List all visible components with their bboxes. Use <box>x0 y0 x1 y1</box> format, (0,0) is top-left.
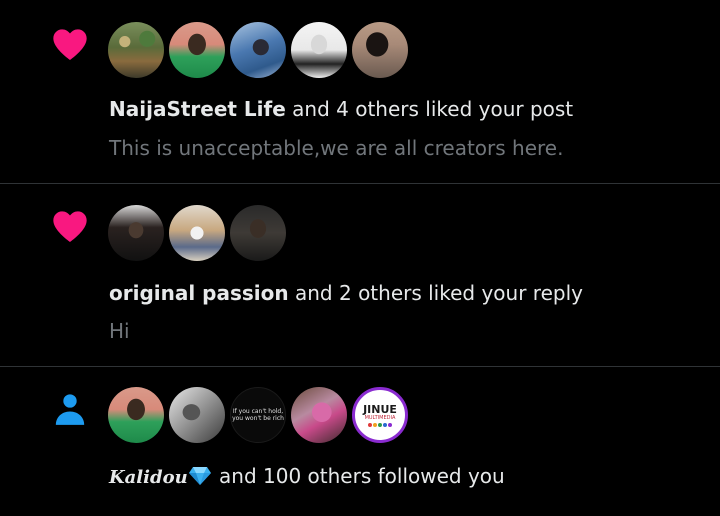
logo-dots <box>368 422 392 427</box>
avatar[interactable] <box>291 387 347 443</box>
actor-name[interactable]: Kalidou <box>109 467 188 488</box>
notification-follow[interactable]: If you can't hold, you won't be rich JIN… <box>0 367 720 516</box>
reply-preview: Hi <box>109 319 130 343</box>
avatar[interactable] <box>230 22 286 78</box>
logo-subtext: MULTIMEDIA <box>364 414 396 421</box>
action-text: and 2 others liked your reply <box>288 281 583 305</box>
avatar-quote-line: you won't be rich <box>232 415 284 422</box>
notification-like-reply[interactable]: original passion and 2 others liked your… <box>0 184 720 366</box>
avatar[interactable] <box>352 22 408 78</box>
logo-text: JINUE <box>363 402 397 416</box>
avatar[interactable] <box>169 205 225 261</box>
avatar-stack: If you can't hold, you won't be rich JIN… <box>108 387 408 443</box>
avatar[interactable] <box>169 22 225 78</box>
heart-icon <box>50 206 90 246</box>
avatar[interactable]: If you can't hold, you won't be rich <box>230 387 286 443</box>
notification-text: original passion and 2 others liked your… <box>109 280 583 306</box>
avatar[interactable] <box>108 22 164 78</box>
notifications-feed: NaijaStreet Life and 4 others liked your… <box>0 0 720 516</box>
avatar-stack <box>108 205 286 261</box>
avatar-stack <box>108 22 408 78</box>
heart-icon <box>50 24 90 64</box>
avatar[interactable] <box>230 205 286 261</box>
action-text: and 100 others followed you <box>212 464 505 488</box>
notification-like-post[interactable]: NaijaStreet Life and 4 others liked your… <box>0 0 720 183</box>
actor-name[interactable]: NaijaStreet Life <box>109 97 286 121</box>
notification-text: Kalidou and 100 others followed you <box>109 463 505 492</box>
avatar[interactable] <box>291 22 347 78</box>
action-text: and 4 others liked your post <box>285 97 574 121</box>
actor-name[interactable]: original passion <box>109 281 289 305</box>
avatar[interactable] <box>108 205 164 261</box>
avatar-quote-line: If you can't hold, <box>232 408 284 415</box>
person-icon <box>50 389 90 429</box>
gem-icon <box>188 466 211 492</box>
avatar[interactable] <box>108 387 164 443</box>
post-preview: This is unacceptable,we are all creators… <box>109 136 564 160</box>
avatar[interactable]: JINUE MULTIMEDIA <box>352 387 408 443</box>
avatar[interactable] <box>169 387 225 443</box>
notification-text: NaijaStreet Life and 4 others liked your… <box>109 96 573 122</box>
